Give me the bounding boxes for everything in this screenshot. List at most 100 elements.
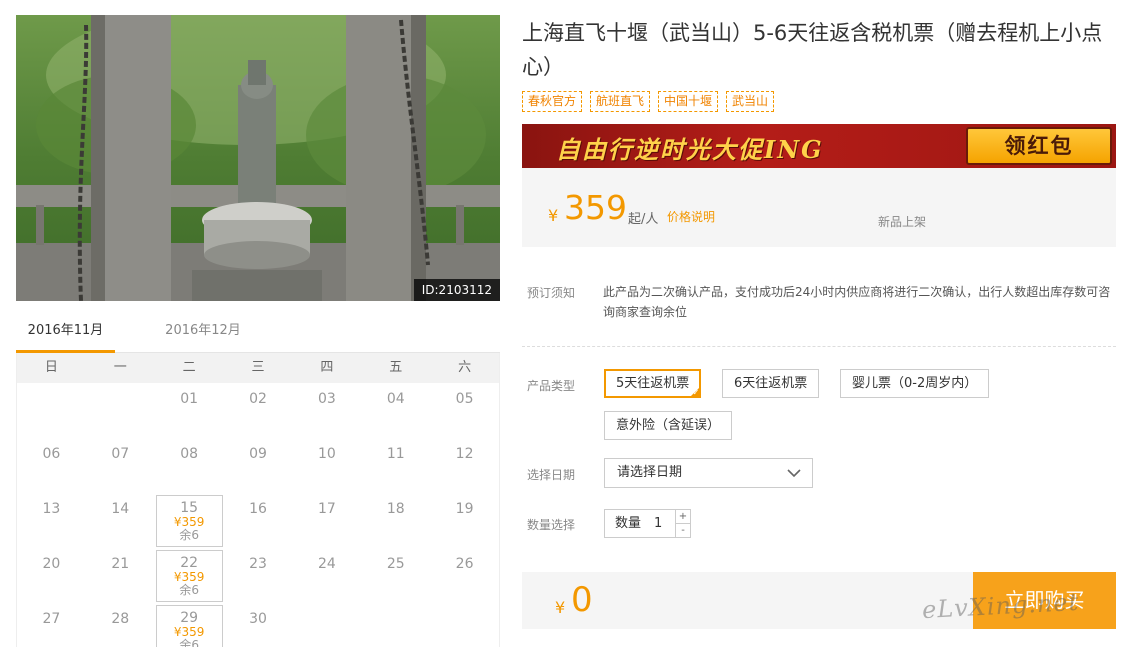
calendar-day: 01 xyxy=(155,383,224,438)
weekday-label: 四 xyxy=(320,360,334,375)
calendar-empty-cell xyxy=(361,603,430,647)
calendar-day: 11 xyxy=(361,438,430,493)
calendar-day: 16 xyxy=(224,493,293,548)
claim-red-packet-button[interactable]: 领红包 xyxy=(966,127,1112,165)
calendar-weekday-header: 日 一 二 三 四 五 六 xyxy=(17,353,499,383)
weekday-label: 日 xyxy=(44,360,58,375)
calendar-day-stock: 余6 xyxy=(179,583,199,597)
calendar-day: 10 xyxy=(292,438,361,493)
total-currency: ¥ xyxy=(555,598,566,617)
calendar-day-box: 15 ¥359 余6 xyxy=(155,495,223,547)
price-panel: ¥ 359 起/人 价格说明 新品上架 xyxy=(522,168,1116,247)
option-5-day-roundtrip[interactable]: 5天往返机票 ✓ xyxy=(604,369,702,398)
calendar-day: 28 xyxy=(86,603,155,647)
calendar-week-row: 27 28 29 ¥359 余6 30 xyxy=(17,603,499,647)
quantity-select-label: 数量选择 xyxy=(527,518,576,532)
calendar-month-tabs: 2016年11月 2016年12月 xyxy=(16,318,500,353)
promo-banner[interactable]: 自由行逆时光大促ING 领红包 xyxy=(522,124,1116,168)
calendar-day-number: 14 xyxy=(111,501,130,517)
calendar-day-price: ¥359 xyxy=(173,625,205,639)
calendar-day-number: 25 xyxy=(386,556,405,572)
calendar-day-stock: 余6 xyxy=(179,528,199,542)
product-title: 上海直飞十堰（武当山）5-6天往返含税机票（赠去程机上小点心） xyxy=(522,21,1103,79)
tab-month-december[interactable]: 2016年12月 xyxy=(148,318,258,353)
calendar-empty-cell xyxy=(292,603,361,647)
calendar-day: 23 xyxy=(224,548,293,603)
date-select-label: 选择日期 xyxy=(527,468,576,482)
quantity-plus-button[interactable]: + xyxy=(675,510,690,524)
calendar-day-number: 16 xyxy=(249,501,267,517)
calendar-day-number: 05 xyxy=(455,391,474,407)
calendar-day-number: 24 xyxy=(317,556,336,572)
total-panel: ¥ 0 立即购买 xyxy=(522,572,1116,629)
calendar-day-number: 20 xyxy=(42,556,61,572)
checkmark-icon: ✓ xyxy=(692,388,700,397)
calendar-week-row: 06 07 08 09 10 11 12 xyxy=(17,438,499,493)
calendar-day-number: 12 xyxy=(455,446,474,462)
weekday-label: 五 xyxy=(389,360,403,375)
calendar-day: 27 xyxy=(17,603,86,647)
calendar-day-number: 22 xyxy=(180,555,199,571)
option-label: 婴儿票（0-2周岁内） xyxy=(852,376,978,391)
calendar-day: 05 xyxy=(430,383,499,438)
quantity-minus-button[interactable]: - xyxy=(675,524,690,538)
calendar-empty-cell xyxy=(86,383,155,438)
option-infant-ticket[interactable]: 婴儿票（0-2周岁内） xyxy=(840,369,990,398)
booking-notice-label: 预订须知 xyxy=(527,286,576,300)
calendar-day: 09 xyxy=(224,438,293,493)
calendar-day-available[interactable]: 29 ¥359 余6 xyxy=(155,603,224,647)
buy-now-button[interactable]: 立即购买 xyxy=(973,572,1116,629)
calendar-day: 02 xyxy=(224,383,293,438)
calendar-day-number: 07 xyxy=(111,446,130,462)
new-product-badge: 新品上架 xyxy=(878,215,927,229)
calendar-day-price: ¥359 xyxy=(173,515,205,529)
calendar-day-number: 19 xyxy=(455,501,474,517)
calendar-day-price: ¥359 xyxy=(173,570,205,584)
calendar-day: 13 xyxy=(17,493,86,548)
option-label: 意外险（含延误） xyxy=(616,418,721,433)
tab-month-november[interactable]: 2016年11月 xyxy=(16,318,115,353)
calendar-day: 18 xyxy=(361,493,430,548)
temple-censer-image xyxy=(16,15,500,301)
calendar-day-stock: 余6 xyxy=(179,638,199,647)
calendar-day: 04 xyxy=(361,383,430,438)
calendar-day-number: 18 xyxy=(386,501,405,517)
option-6-day-roundtrip[interactable]: 6天往返机票 xyxy=(722,369,820,398)
calendar-day-number: 03 xyxy=(317,391,336,407)
calendar-day-number: 06 xyxy=(42,446,61,462)
calendar-day-number: 27 xyxy=(42,611,61,627)
weekday-label: 三 xyxy=(251,360,265,375)
quantity-value[interactable]: 1 xyxy=(654,510,662,537)
calendar-day-number: 02 xyxy=(249,391,267,407)
calendar-day: 12 xyxy=(430,438,499,493)
calendar-week-row: 13 14 15 ¥359 余6 16 17 18 19 xyxy=(17,493,499,548)
photo-id-label: ID:2103112 xyxy=(413,279,500,301)
option-accident-insurance[interactable]: 意外险（含延误） xyxy=(604,411,733,440)
section-divider xyxy=(522,346,1116,347)
calendar-day-number: 09 xyxy=(249,446,267,462)
calendar-day: 25 xyxy=(361,548,430,603)
calendar-day-box: 22 ¥359 余6 xyxy=(155,550,223,602)
calendar-day-number: 13 xyxy=(42,501,61,517)
calendar-day-available[interactable]: 15 ¥359 余6 xyxy=(155,493,224,548)
quantity-stepper: 数量 1 + - xyxy=(604,509,691,538)
calendar-day-available[interactable]: 22 ¥359 余6 xyxy=(155,548,224,603)
price-explanation-link[interactable]: 价格说明 xyxy=(667,208,715,225)
price-currency: ¥ xyxy=(548,206,559,225)
calendar-day: 21 xyxy=(86,548,155,603)
calendar-day-number: 21 xyxy=(111,556,130,572)
calendar-day: 06 xyxy=(17,438,86,493)
weekday-label: 二 xyxy=(182,360,196,375)
calendar-empty-cell xyxy=(17,383,86,438)
total-amount: 0 xyxy=(571,580,593,620)
calendar-empty-cell xyxy=(430,603,499,647)
date-select-dropdown[interactable]: 请选择日期 xyxy=(604,458,813,488)
tag-badge: 中国十堰 xyxy=(658,91,719,112)
calendar-day: 08 xyxy=(155,438,224,493)
option-label: 5天往返机票 xyxy=(616,376,690,391)
promo-banner-text: 自由行逆时光大促ING xyxy=(556,135,824,164)
calendar-day: 03 xyxy=(292,383,361,438)
calendar-day-number: 15 xyxy=(180,500,199,516)
calendar-week-row: 20 21 22 ¥359 余6 23 24 25 26 xyxy=(17,548,499,603)
calendar-day: 20 xyxy=(17,548,86,603)
